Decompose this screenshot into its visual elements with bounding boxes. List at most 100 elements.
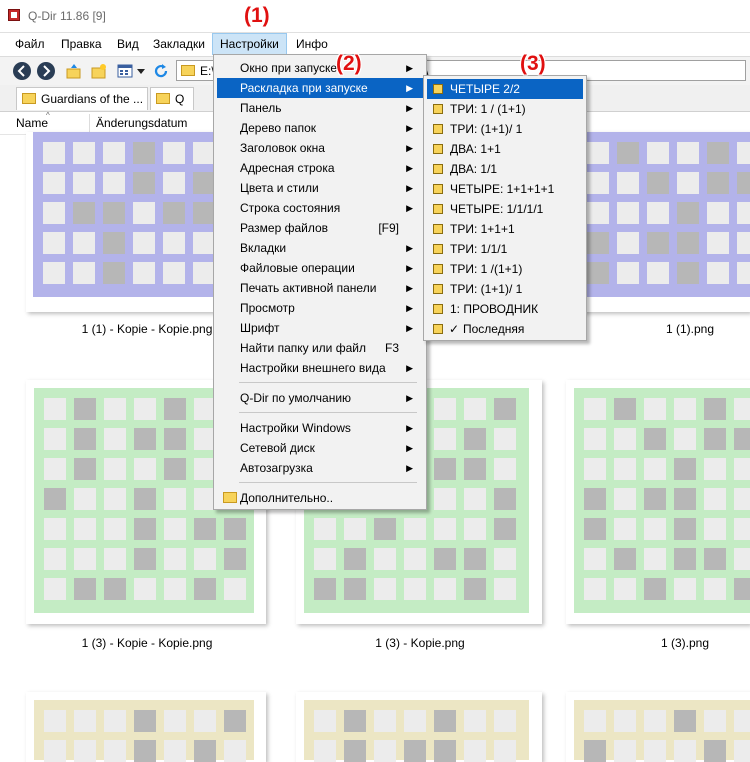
file-name[interactable]: 1 (3) - Kopie - Kopie.png [37,636,257,650]
layout-option[interactable]: ЧЕТЫРЕ 2/2 [427,79,583,99]
more-settings-item[interactable]: Дополнительно.. [217,488,423,508]
thumbnail-cell [164,740,186,762]
view-mode-icon[interactable] [117,63,133,79]
thumbnail-cell [647,142,669,164]
thumbnail-cell [134,710,156,732]
up-folder-icon[interactable] [66,63,82,79]
menu-view[interactable]: Вид [110,33,146,55]
menu-file[interactable]: Файл [8,33,52,55]
thumbnail-cell [494,548,516,570]
column-date[interactable]: Änderungsdatum [96,116,187,130]
layout-option[interactable]: ТРИ: 1 / (1+1) [427,99,583,119]
settings-menu-item[interactable]: Просмотр ▶ [217,298,423,318]
file-thumbnail[interactable] [296,692,542,762]
tab-q[interactable]: Q [150,87,194,110]
layout-icon [433,104,443,114]
settings-menu-item[interactable]: Панель ▶ [217,98,423,118]
thumbnail-cell [43,262,65,284]
file-name[interactable]: 1 (3).png [575,636,750,650]
thumbnail-cell [617,142,639,164]
menu-settings[interactable]: Настройки [212,33,287,55]
tab-label: Q [175,92,185,106]
qdir-default-item[interactable]: Q-Dir по умолчанию ▶ [217,388,423,408]
settings-menu: Окно при запуске ▶ Раскладка при запуске ▶ П… [213,54,427,510]
settings-menu-item[interactable]: Сетевой диск ▶ [217,438,423,458]
layout-option[interactable]: 1: ПРОВОДНИК [427,299,583,319]
settings-menu-item[interactable]: Настройки Windows ▶ [217,418,423,438]
layout-option[interactable]: ТРИ: (1+1)/ 1 [427,119,583,139]
thumbnail-cell [404,740,426,762]
thumbnail-cell [584,518,606,540]
thumbnail-image [577,132,750,297]
layout-option[interactable]: ✓ Последняя [427,319,583,339]
new-folder-icon[interactable] [91,63,107,79]
view-dropdown-icon[interactable] [136,63,146,79]
thumbnail-cell [193,172,215,194]
thumbnail-cell [164,710,186,732]
column-separator[interactable] [89,114,90,132]
thumbnail-cell [644,488,666,510]
thumbnail-cell [44,428,66,450]
thumbnail-cell [464,398,486,420]
settings-menu-item[interactable]: Автозагрузка ▶ [217,458,423,478]
layout-option[interactable]: ТРИ: (1+1)/ 1 [427,279,583,299]
thumbnail-cell [344,740,366,762]
thumbnail-cell [314,548,336,570]
thumbnail-cell [133,232,155,254]
submenu-arrow-icon: ▶ [406,393,413,403]
layout-option[interactable]: ЧЕТЫРЕ: 1+1+1+1 [427,179,583,199]
settings-menu-item[interactable]: Дерево папок ▶ [217,118,423,138]
submenu-arrow-icon: ▶ [406,323,413,333]
thumbnail-cell [617,232,639,254]
settings-menu-item[interactable]: Настройки внешнего вида ▶ [217,358,423,378]
refresh-icon[interactable] [153,63,169,79]
settings-menu-item[interactable]: Строка состояния ▶ [217,198,423,218]
forward-icon[interactable] [37,62,55,80]
thumbnail-cell [74,548,96,570]
settings-menu-item[interactable]: Адресная строка ▶ [217,158,423,178]
settings-menu-item[interactable]: Раскладка при запуске ▶ [217,78,423,98]
layout-option-label: ЧЕТЫРЕ: 1/1/1/1 [450,202,544,216]
file-name[interactable]: 1 (1).png [580,322,750,336]
settings-menu-item[interactable]: Шрифт ▶ [217,318,423,338]
settings-menu-item[interactable]: Окно при запуске ▶ [217,58,423,78]
menu-item-label: Найти папку или файл [240,341,366,355]
settings-menu-item[interactable]: Размер файлов [F9] [217,218,423,238]
settings-menu-item[interactable]: Заголовок окна ▶ [217,138,423,158]
thumbnail-cell [734,428,750,450]
file-name[interactable]: 1 (3) - Kopie.png [310,636,530,650]
thumbnail-cell [674,578,696,600]
thumbnail-cell [434,398,456,420]
file-thumbnail[interactable] [570,132,750,312]
thumbnail-cell [314,518,336,540]
thumbnail-cell [464,428,486,450]
menu-edit[interactable]: Правка [54,33,109,55]
layout-option[interactable]: ТРИ: 1+1+1 [427,219,583,239]
layout-option[interactable]: ДВА: 1+1 [427,139,583,159]
settings-menu-item[interactable]: Печать активной панели ▶ [217,278,423,298]
settings-menu-item[interactable]: Вкладки ▶ [217,238,423,258]
thumbnail-cell [74,518,96,540]
menu-info[interactable]: Инфо [289,33,335,55]
column-name[interactable]: Name [16,116,48,130]
file-thumbnail[interactable] [26,692,266,762]
thumbnail-cell [134,398,156,420]
settings-menu-item[interactable]: Файловые операции ▶ [217,258,423,278]
layout-option[interactable]: ТРИ: 1 /(1+1) [427,259,583,279]
settings-menu-item[interactable]: Найти папку или файл F3 [217,338,423,358]
layout-option[interactable]: ДВА: 1/1 [427,159,583,179]
file-thumbnail[interactable] [566,380,750,624]
thumbnail-cell [587,142,609,164]
folder-icon [156,93,170,104]
back-icon[interactable] [13,62,31,80]
layout-option[interactable]: ЧЕТЫРЕ: 1/1/1/1 [427,199,583,219]
submenu-arrow-icon: ▶ [406,263,413,273]
thumbnail-cell [734,578,750,600]
thumbnail-cell [707,262,729,284]
menu-bookmarks[interactable]: Закладки [146,33,212,55]
layout-option[interactable]: ТРИ: 1/1/1 [427,239,583,259]
settings-menu-item[interactable]: Цвета и стили ▶ [217,178,423,198]
thumbnail-cell [584,458,606,480]
tab-guardians[interactable]: Guardians of the ... [16,87,148,110]
file-thumbnail[interactable] [566,692,750,762]
